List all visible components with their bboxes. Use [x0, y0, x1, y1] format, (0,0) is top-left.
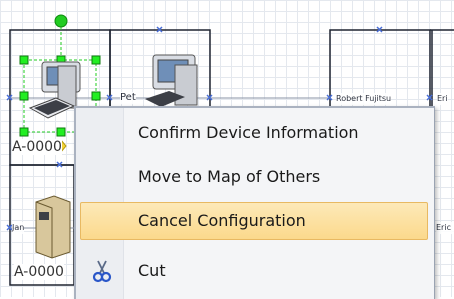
- scissors-icon: [90, 259, 114, 283]
- room-label-pet: Pet: [120, 92, 136, 104]
- room-label-eric: Eric: [436, 222, 454, 234]
- menu-item-label: Cut: [138, 261, 166, 280]
- device-label-selected: A-0000: [12, 139, 62, 155]
- menu-item-cancel-configuration[interactable]: Cancel Configuration: [80, 202, 428, 240]
- menu-item-move-to-map-of-others[interactable]: Move to Map of Others: [80, 158, 428, 196]
- device-label-server: A-0000: [14, 264, 64, 280]
- computer-icon: [145, 54, 198, 107]
- room-label-eri: Eri: [437, 93, 448, 105]
- map-canvas[interactable]: Pet Robert Fujitsu Eri Jan Eric A-0000 A…: [0, 0, 454, 299]
- menu-item-confirm-device-information[interactable]: Confirm Device Information: [80, 114, 428, 152]
- context-menu: Confirm Device Information Move to Map o…: [74, 106, 435, 299]
- menu-item-label: Cancel Configuration: [138, 211, 306, 230]
- menu-item-label: Move to Map of Others: [138, 167, 321, 186]
- server-icon: [35, 195, 71, 259]
- room-label-fujitsu: Robert Fujitsu: [336, 93, 392, 105]
- menu-item-label: Confirm Device Information: [138, 123, 359, 142]
- menu-item-cut[interactable]: Cut: [80, 252, 428, 290]
- room-label-jan: Jan: [12, 222, 25, 234]
- computer-icon: [28, 61, 81, 119]
